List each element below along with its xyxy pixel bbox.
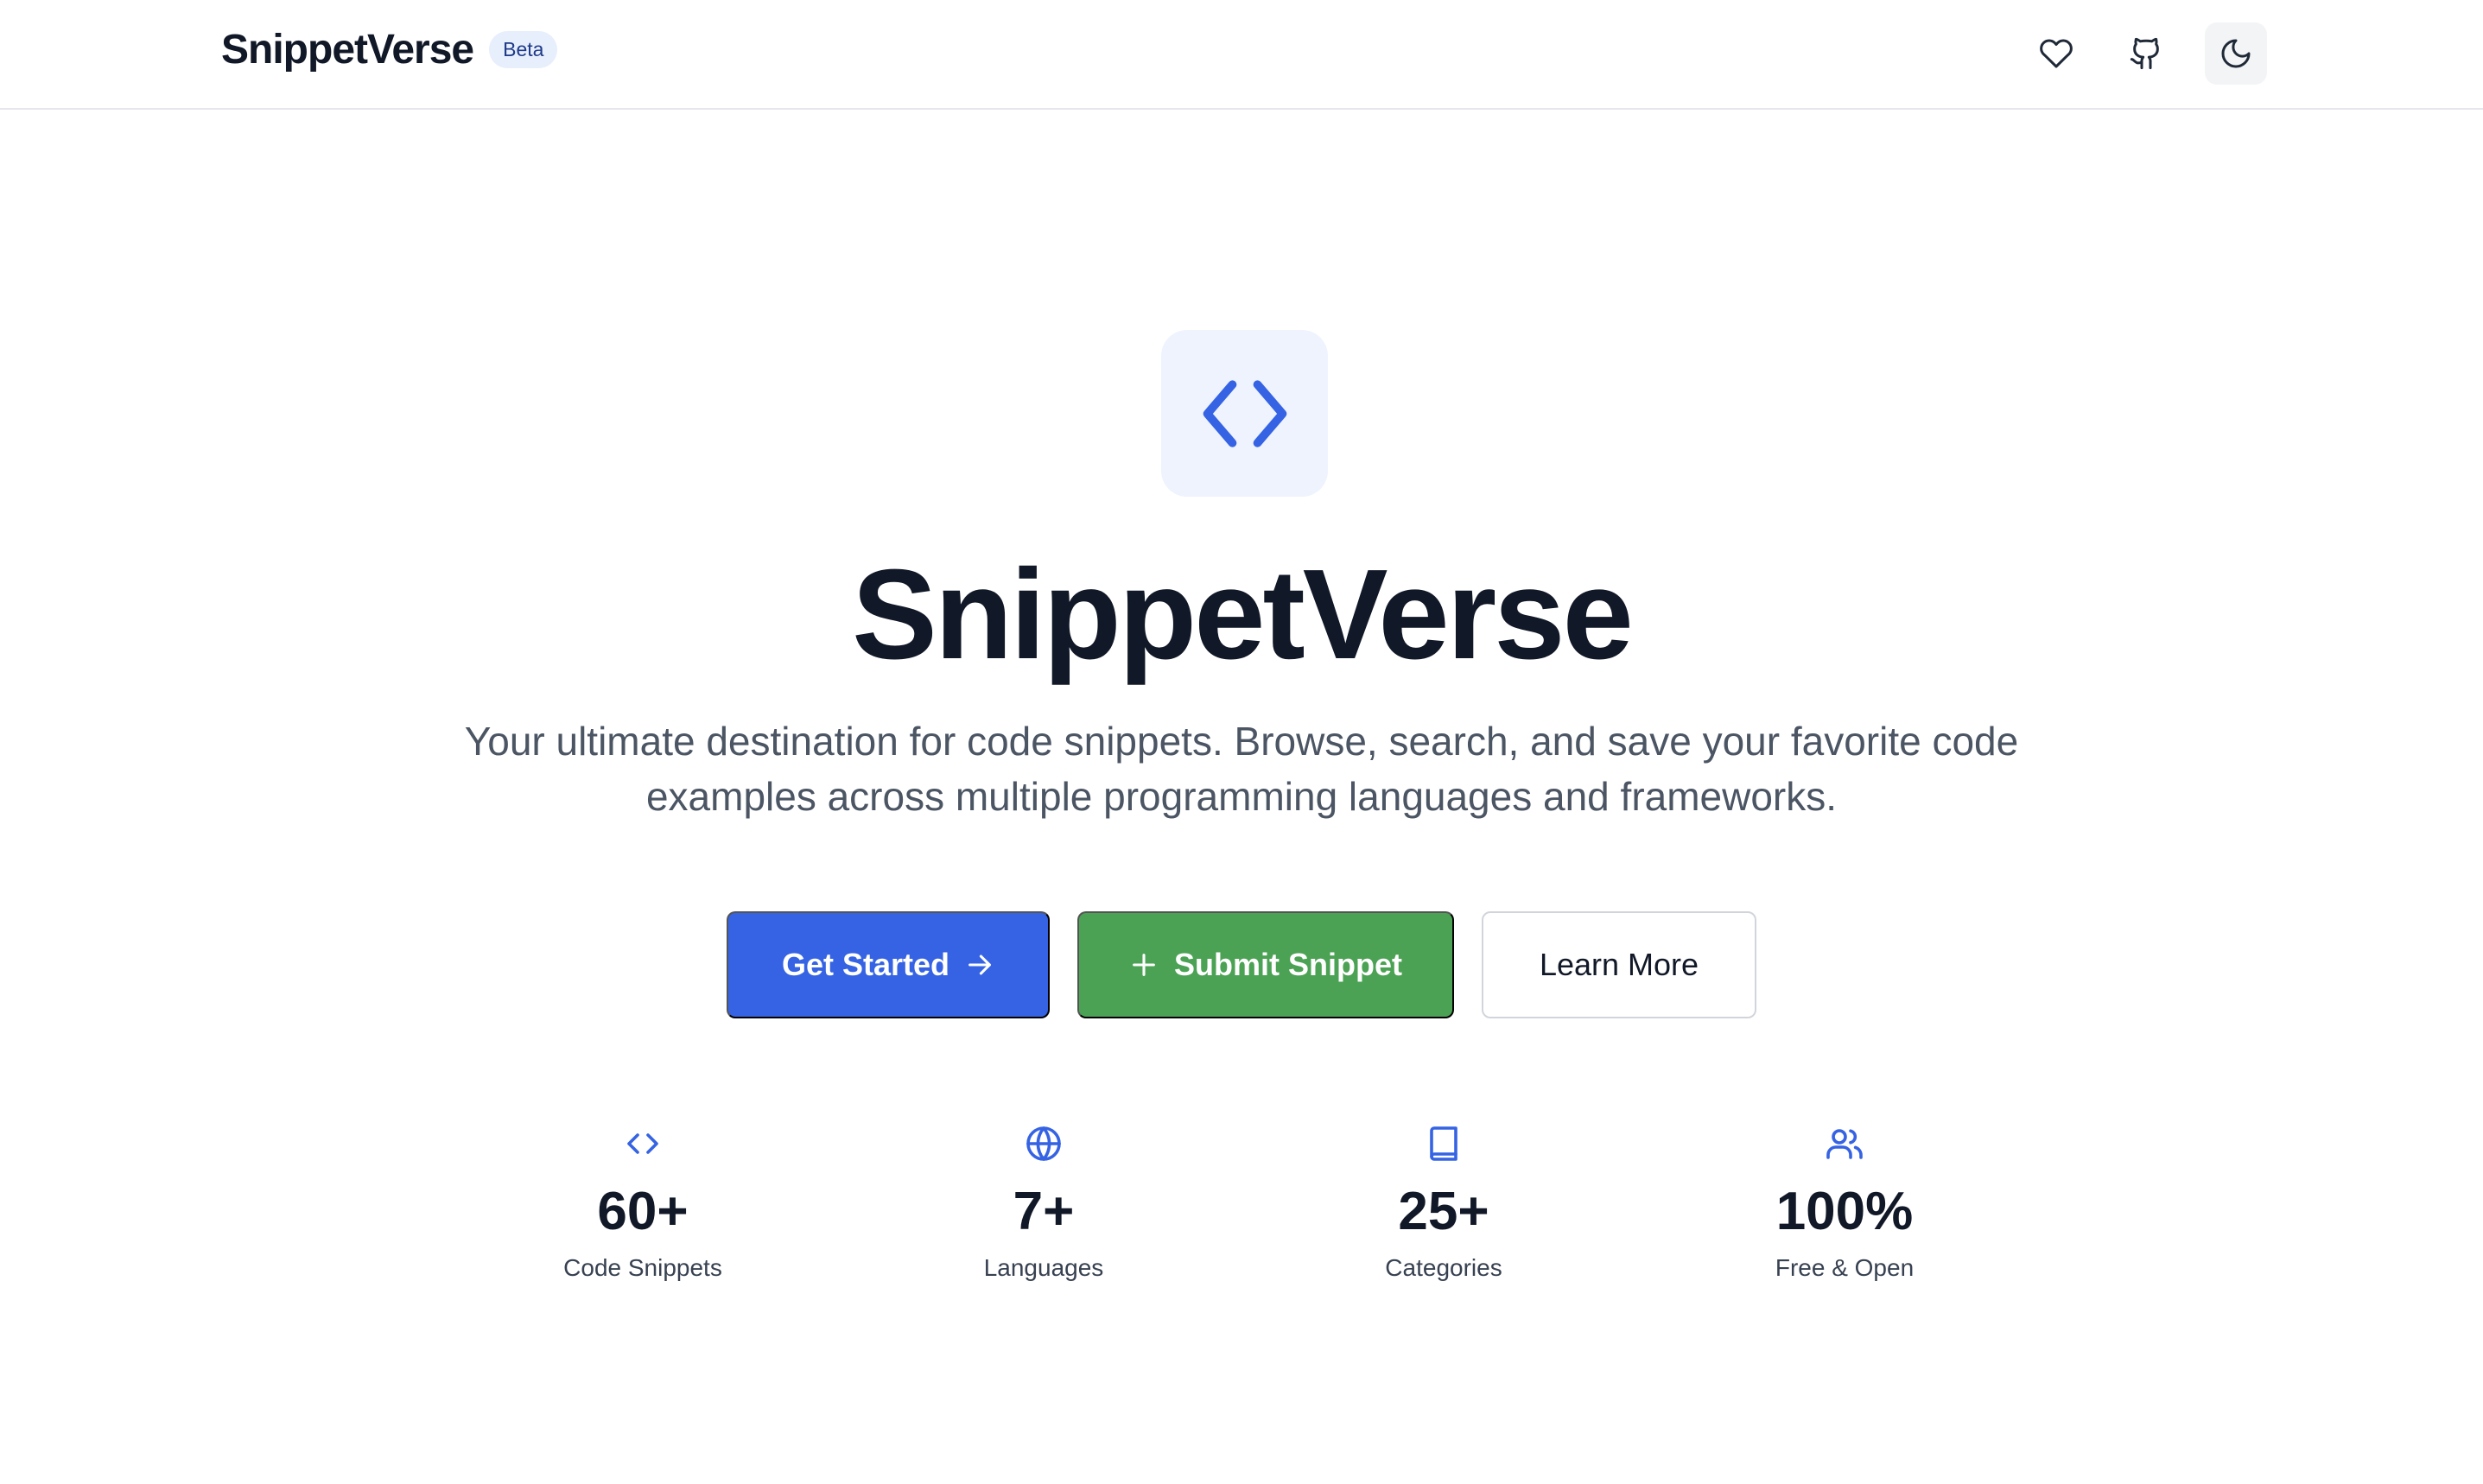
hero-description: Your ultimate destination for code snipp… <box>464 719 2019 819</box>
arrow-right-icon <box>968 954 991 975</box>
stat-value: 25+ <box>1398 1182 1489 1241</box>
stat-item: 25+ Categories <box>1271 1123 1616 1280</box>
globe-icon <box>1026 1126 1061 1161</box>
stat-label: Categories <box>1385 1254 1502 1281</box>
code-icon <box>1203 379 1286 447</box>
stat-label: Languages <box>983 1254 1104 1281</box>
brand-name: SnippetVerse <box>221 27 474 73</box>
learn-more-label: Learn More <box>1539 947 1699 982</box>
theme-toggle-button[interactable] <box>2205 22 2267 85</box>
book-icon <box>1430 1126 1457 1161</box>
hero-title: SnippetVerse <box>852 543 1634 686</box>
favorites-button[interactable] <box>2025 22 2087 85</box>
stat-item: 60+ Code Snippets <box>470 1123 816 1280</box>
stat-item: 100% Free & Open <box>1672 1123 2017 1280</box>
page: SnippetVerse Beta SnippetVerse Your ulti… <box>0 0 2483 1484</box>
stat-item: 7+ Languages <box>871 1123 1216 1280</box>
beta-badge: Beta <box>489 31 558 68</box>
stat-value: 60+ <box>597 1182 689 1241</box>
plus-icon <box>1133 954 1155 976</box>
cta-buttons: Get Started Submit Snippet Learn More <box>0 911 2483 1018</box>
stat-label: Code Snippets <box>563 1254 722 1281</box>
users-icon <box>1826 1129 1863 1159</box>
github-icon <box>2130 37 2159 70</box>
github-button[interactable] <box>2115 22 2177 85</box>
get-started-label: Get Started <box>781 947 950 982</box>
brand[interactable]: SnippetVerse Beta <box>221 26 558 73</box>
submit-snippet-button[interactable]: Submit Snippet <box>1077 911 1454 1018</box>
top-nav: SnippetVerse Beta <box>0 0 2483 110</box>
moon-icon <box>2221 39 2251 68</box>
learn-more-button[interactable]: Learn More <box>1482 911 1756 1018</box>
header-actions <box>2025 22 2267 85</box>
stat-label: Free & Open <box>1775 1254 1915 1281</box>
get-started-button[interactable]: Get Started <box>727 911 1050 1018</box>
heart-icon <box>2040 39 2073 68</box>
stat-value: 7+ <box>1013 1182 1075 1241</box>
submit-snippet-label: Submit Snippet <box>1174 947 1402 982</box>
stat-value: 100% <box>1775 1182 1914 1241</box>
hero-logo <box>1161 330 1328 497</box>
code-icon <box>627 1133 658 1154</box>
